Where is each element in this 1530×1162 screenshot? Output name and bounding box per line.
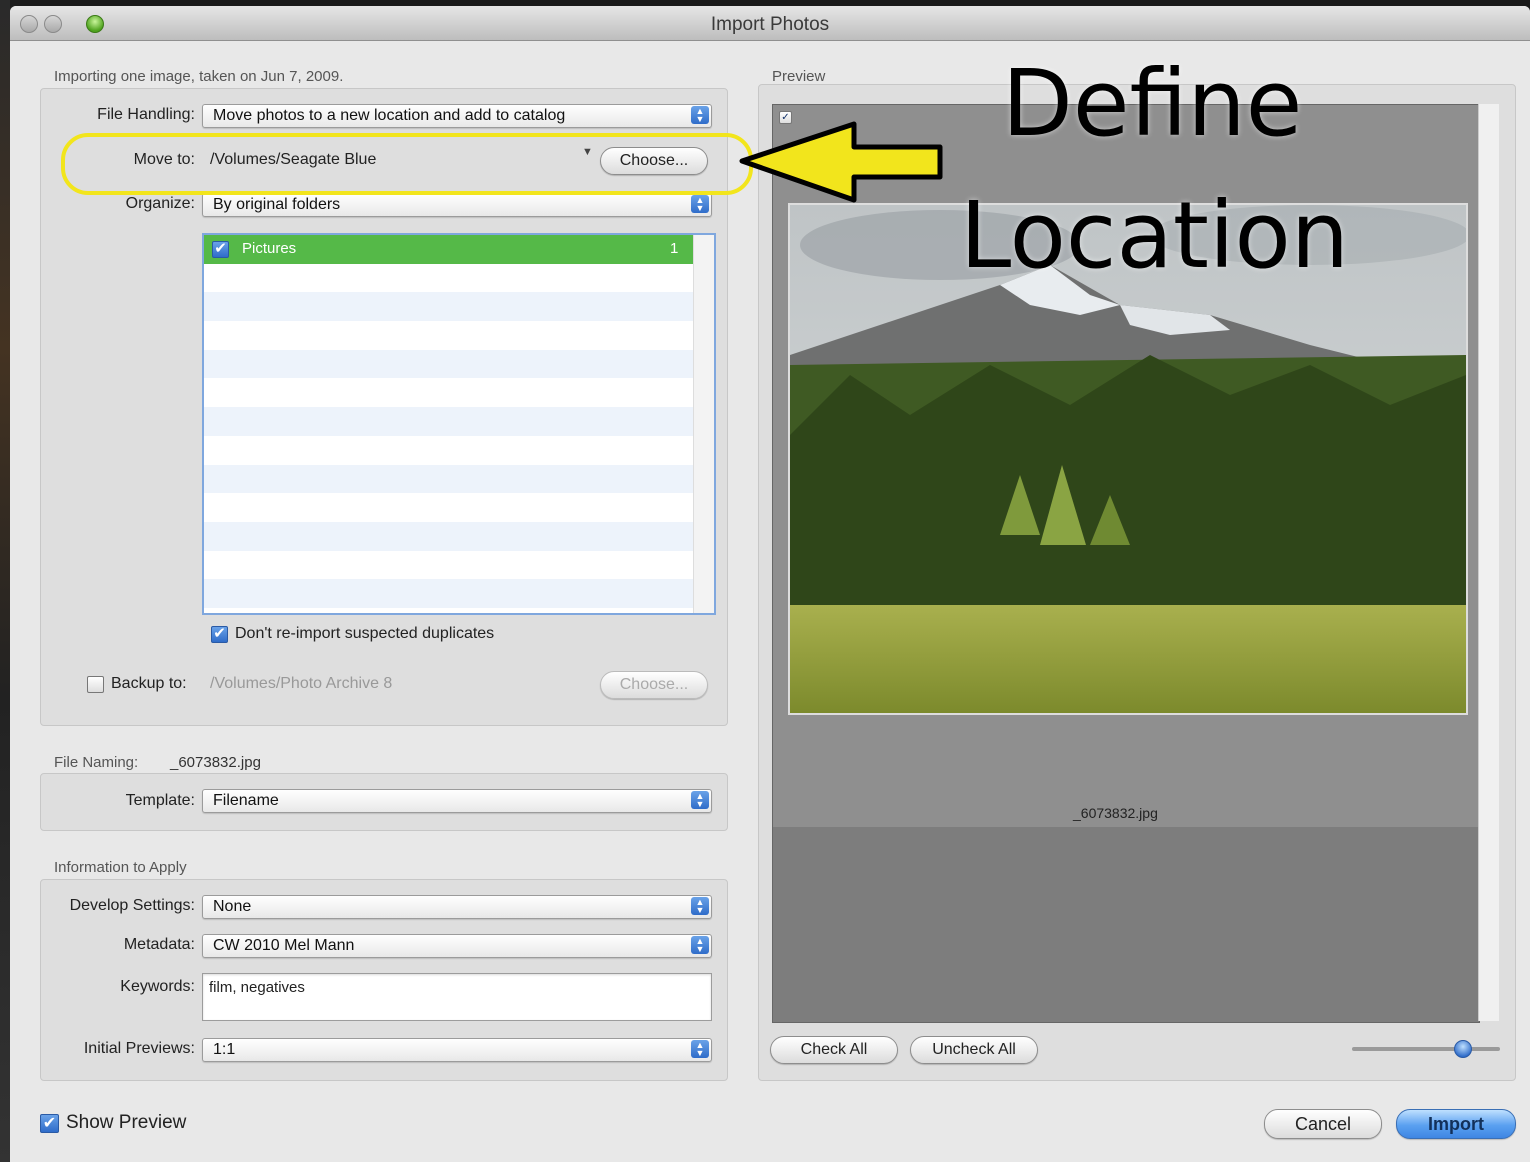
updown-arrows-icon: ▲ ▼ xyxy=(691,791,709,809)
list-row-empty xyxy=(204,493,714,522)
list-row-empty xyxy=(204,349,714,379)
background-app-strip xyxy=(0,0,10,1162)
list-row-empty xyxy=(204,521,714,551)
initial-previews-popup[interactable]: 1:1 ▲ ▼ xyxy=(202,1038,712,1062)
file-handling-popup[interactable]: Move photos to a new location and add to… xyxy=(202,104,712,128)
template-value: Filename xyxy=(213,792,279,809)
metadata-value: CW 2010 Mel Mann xyxy=(213,937,355,954)
window-title: Import Photos xyxy=(710,14,830,35)
annotation-arrow-icon xyxy=(739,121,943,203)
import-photos-dialog: Import Photos Importing one image, taken… xyxy=(10,6,1530,1162)
file-handling-value: Move photos to a new location and add to… xyxy=(213,107,566,124)
initial-previews-label: Initial Previews: xyxy=(83,1040,195,1057)
initial-previews-value: 1:1 xyxy=(213,1041,236,1058)
keywords-value: film, negatives xyxy=(209,979,305,996)
slider-knob[interactable] xyxy=(1454,1040,1472,1058)
template-label: Template: xyxy=(125,792,195,809)
updown-arrows-icon: ▲ ▼ xyxy=(691,1040,709,1058)
backup-label: Backup to: xyxy=(111,675,187,692)
develop-settings-label: Develop Settings: xyxy=(69,897,195,914)
file-naming-example: _6073832.jpg xyxy=(170,754,261,771)
organize-popup[interactable]: By original folders ▲ ▼ xyxy=(202,193,712,217)
keywords-field[interactable]: film, negatives xyxy=(202,973,712,1021)
info-to-apply-title: Information to Apply xyxy=(54,859,187,876)
preview-filename: _6073832.jpg xyxy=(1073,805,1158,821)
metadata-popup[interactable]: CW 2010 Mel Mann ▲ ▼ xyxy=(202,934,712,958)
list-row-empty xyxy=(204,321,714,350)
develop-settings-value: None xyxy=(213,898,252,915)
list-row-empty xyxy=(204,407,714,436)
backup-path: /Volumes/Photo Archive 8 xyxy=(210,675,393,692)
folder-name: Pictures xyxy=(242,240,297,257)
titlebar: Import Photos xyxy=(10,6,1530,41)
import-summary: Importing one image, taken on Jun 7, 200… xyxy=(54,68,344,85)
list-scrollbar[interactable] xyxy=(693,235,714,613)
annotation-highlight-oval xyxy=(61,133,753,195)
list-row-empty xyxy=(204,436,714,465)
import-button[interactable]: Import xyxy=(1396,1109,1516,1139)
dont-reimport-label: Don't re-import suspected duplicates xyxy=(235,625,495,642)
list-row-empty xyxy=(204,579,714,608)
develop-settings-popup[interactable]: None ▲ ▼ xyxy=(202,895,712,919)
backup-checkbox[interactable] xyxy=(87,676,104,693)
dont-reimport-checkbox[interactable]: ✔ xyxy=(211,626,228,643)
file-naming-label: File Naming: xyxy=(54,754,139,771)
show-preview-checkbox[interactable]: ✔ xyxy=(40,1114,59,1133)
updown-arrows-icon: ▲ ▼ xyxy=(691,936,709,954)
uncheck-all-button[interactable]: Uncheck All xyxy=(910,1036,1038,1064)
list-row-empty xyxy=(204,464,714,494)
keywords-label: Keywords: xyxy=(120,978,195,995)
annotation-line-2: Location xyxy=(960,182,1350,289)
file-handling-label: File Handling: xyxy=(97,106,195,123)
updown-arrows-icon: ▲ ▼ xyxy=(691,195,709,213)
backup-choose-button[interactable]: Choose... xyxy=(600,671,708,699)
list-row-empty xyxy=(204,378,714,407)
organize-label: Organize: xyxy=(125,195,195,212)
cancel-button[interactable]: Cancel xyxy=(1264,1109,1382,1139)
list-item[interactable]: ✔ Pictures 1 xyxy=(204,235,714,264)
check-all-button[interactable]: Check All xyxy=(770,1036,898,1064)
preview-scrollbar[interactable] xyxy=(1478,104,1499,1021)
list-row-empty xyxy=(204,264,714,293)
organize-value: By original folders xyxy=(213,196,341,213)
template-popup[interactable]: Filename ▲ ▼ xyxy=(202,789,712,813)
checkmark-icon[interactable]: ✔ xyxy=(212,241,229,258)
updown-arrows-icon: ▲ ▼ xyxy=(691,897,709,915)
list-row-empty xyxy=(204,292,714,322)
folder-list[interactable]: ✔ Pictures 1 xyxy=(202,233,716,615)
preview-title: Preview xyxy=(772,68,826,85)
metadata-label: Metadata: xyxy=(123,936,195,953)
show-preview-label: Show Preview xyxy=(66,1112,187,1133)
folder-count: 1 xyxy=(670,240,679,257)
annotation-line-1: Define xyxy=(1002,50,1303,157)
list-row-empty xyxy=(204,551,714,580)
thumbnail-size-slider[interactable] xyxy=(1352,1047,1500,1051)
updown-arrows-icon: ▲ ▼ xyxy=(691,106,709,124)
